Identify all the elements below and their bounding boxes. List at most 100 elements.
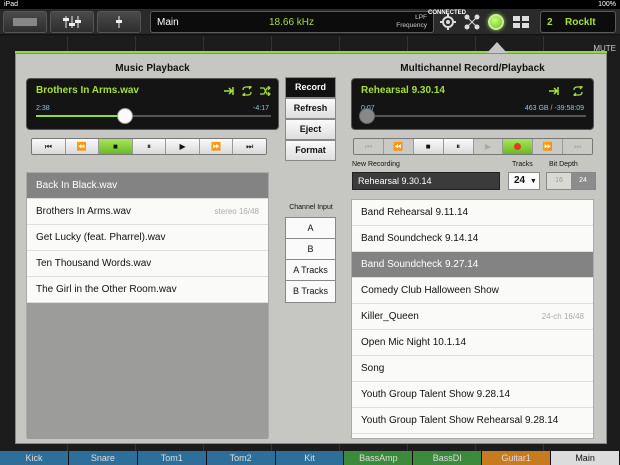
music-file-row[interactable]: Back In Black.wav <box>27 173 268 199</box>
skip-back-button[interactable]: ⏮ <box>32 139 66 154</box>
refresh-button[interactable]: Refresh <box>285 98 336 119</box>
list-item-name: Brothers In Arms.wav <box>36 206 132 217</box>
bit-depth-toggle: 16 24 <box>546 172 596 190</box>
fader-icon <box>116 16 122 28</box>
list-item-name: Get Lucky (feat. Pharrel).wav <box>36 232 166 243</box>
faders-view-button[interactable] <box>50 11 94 33</box>
channel-display[interactable]: Main 18.66 kHz LPF Frequency <box>150 11 434 33</box>
list-item-name: Band Soundcheck 9.27.14 <box>361 259 479 270</box>
skip-back-button[interactable]: ⏮ <box>354 139 384 154</box>
repeat-icon[interactable] <box>572 86 584 96</box>
arrow-to-end-icon[interactable] <box>548 86 560 96</box>
music-file-row[interactable]: Brothers In Arms.wav stereo 16/48 <box>27 199 268 225</box>
recorder-button[interactable] <box>488 14 504 30</box>
format-button[interactable]: Format <box>285 140 336 161</box>
tracks-select[interactable]: 24 ▼ <box>508 172 540 190</box>
channel-tab[interactable]: Kit <box>275 451 345 465</box>
recording-row[interactable]: Song <box>352 356 593 382</box>
shuffle-icon[interactable] <box>259 86 271 96</box>
tracks-value: 24 <box>514 175 526 186</box>
recording-row[interactable]: Band Rehearsal 9.11.14 <box>352 200 593 226</box>
routing-icon[interactable] <box>463 13 481 31</box>
fast-forward-button[interactable]: ⏩ <box>533 139 564 154</box>
new-recording-input[interactable]: Rehearsal 9.30.14 <box>352 172 500 190</box>
channel-input-option[interactable]: A Tracks <box>286 260 335 281</box>
grid-view-icon[interactable] <box>512 13 532 31</box>
list-item-name: Youth Group Talent Show 9.28.14 <box>361 389 511 400</box>
device-label: iPad <box>4 1 19 8</box>
list-item-name: Open Mic Night 10.1.14 <box>361 337 467 348</box>
arrow-to-end-icon[interactable] <box>223 86 235 96</box>
recording-row[interactable]: Open Mic Night 10.1.14 <box>352 330 593 356</box>
multi-progress-handle[interactable] <box>359 108 375 124</box>
recording-row[interactable]: Band Soundcheck 9.14.14 <box>352 226 593 252</box>
skip-forward-button[interactable]: ⏭ <box>233 139 266 154</box>
display-frequency: 18.66 kHz <box>269 17 315 28</box>
list-item-meta: stereo 16/48 <box>214 207 259 216</box>
filter-param-label: Frequency <box>396 22 427 29</box>
recording-row[interactable]: Killer_Queen 24-ch 16/48 <box>352 304 593 330</box>
channel-input-option[interactable]: A <box>286 218 335 239</box>
display-parameter: LPF Frequency <box>396 14 427 30</box>
channel-input-option[interactable]: B Tracks <box>286 281 335 302</box>
mixer-view-button[interactable] <box>3 11 47 33</box>
preset-display[interactable]: 2 RockIt <box>540 11 616 33</box>
preset-name: RockIt <box>565 17 596 28</box>
record-mode-button[interactable]: Record <box>285 77 336 98</box>
rewind-button[interactable]: ⏪ <box>65 139 100 154</box>
record-button[interactable] <box>503 139 534 154</box>
recording-list: Band Rehearsal 9.11.14 Band Soundcheck 9.… <box>351 199 594 439</box>
bit-depth-option[interactable]: 16 <box>547 173 571 189</box>
status-bar: iPad 100% <box>0 0 620 9</box>
music-player-display: Brothers In Arms.wav 2:38 -4:17 <box>26 78 279 130</box>
eject-button[interactable]: Eject <box>285 119 336 140</box>
channel-tab[interactable]: Tom2 <box>206 451 276 465</box>
channel-tab[interactable]: BassDI <box>413 451 483 465</box>
multi-progress-track <box>361 115 586 117</box>
panel-pointer <box>487 42 507 53</box>
bit-depth-option[interactable]: 24 <box>571 173 595 189</box>
music-file-row[interactable]: Ten Thousand Words.wav <box>27 251 268 277</box>
single-fader-button[interactable] <box>97 11 141 33</box>
stop-button[interactable]: ■ <box>99 139 133 154</box>
channel-tab[interactable]: Snare <box>68 451 138 465</box>
channel-tab[interactable]: Guitar1 <box>482 451 552 465</box>
play-button[interactable]: ▶ <box>166 139 200 154</box>
recording-row[interactable]: Comedy Club Halloween Show <box>352 278 593 304</box>
gear-icon[interactable] <box>439 13 457 31</box>
channel-tab[interactable]: Kick <box>0 451 69 465</box>
list-item-meta: 24-ch 16/48 <box>541 312 584 321</box>
channel-tab[interactable]: BassAmp <box>344 451 414 465</box>
record-icon <box>514 143 522 150</box>
channel-name-bar: Kick Snare Tom1 Tom2 Kit BassAmp BassDI Guitar1… <box>0 451 620 465</box>
recording-row[interactable]: Youth Group Talent Show 9.28.14 <box>352 382 593 408</box>
skip-forward-button[interactable]: ⏭ <box>563 139 592 154</box>
channel-tab[interactable]: Tom1 <box>137 451 207 465</box>
battery-label: 100% <box>598 1 616 8</box>
repeat-icon[interactable] <box>241 86 253 96</box>
new-recording-label: New Recording <box>352 161 400 168</box>
list-item-name: Band Rehearsal 9.11.14 <box>361 207 469 218</box>
faders-icon <box>63 16 81 28</box>
list-item-name: The Girl in the Other Room.wav <box>36 284 177 295</box>
pause-button[interactable]: ⏸ <box>132 139 167 154</box>
channel-input-selector: ABA Tracks B Tracks <box>285 217 336 303</box>
recording-row[interactable]: Band Soundcheck 9.27.14 <box>352 252 593 278</box>
list-item-name: Song <box>361 363 385 374</box>
multi-now-playing: Rehearsal 9.30.14 <box>361 85 445 96</box>
music-progress-handle[interactable] <box>117 108 134 124</box>
pause-button[interactable]: ⏸ <box>443 139 474 154</box>
recording-row[interactable]: Youth Group Talent Show Rehearsal 9.28.1… <box>352 408 593 434</box>
play-button[interactable]: ▶ <box>473 139 504 154</box>
fast-forward-button[interactable]: ⏩ <box>199 139 234 154</box>
preset-number: 2 <box>547 17 553 28</box>
display-channel-name: Main <box>157 17 179 28</box>
list-item-name: Ten Thousand Words.wav <box>36 258 152 269</box>
stop-button[interactable]: ■ <box>413 139 444 154</box>
music-file-row[interactable]: The Girl in the Other Room.wav <box>27 277 268 303</box>
channel-input-option[interactable]: B <box>286 239 335 260</box>
channel-tab[interactable]: Main <box>551 451 620 465</box>
music-file-row[interactable]: Get Lucky (feat. Pharrel).wav <box>27 225 268 251</box>
list-item-name: Killer_Queen <box>361 311 419 322</box>
rewind-button[interactable]: ⏪ <box>383 139 414 154</box>
